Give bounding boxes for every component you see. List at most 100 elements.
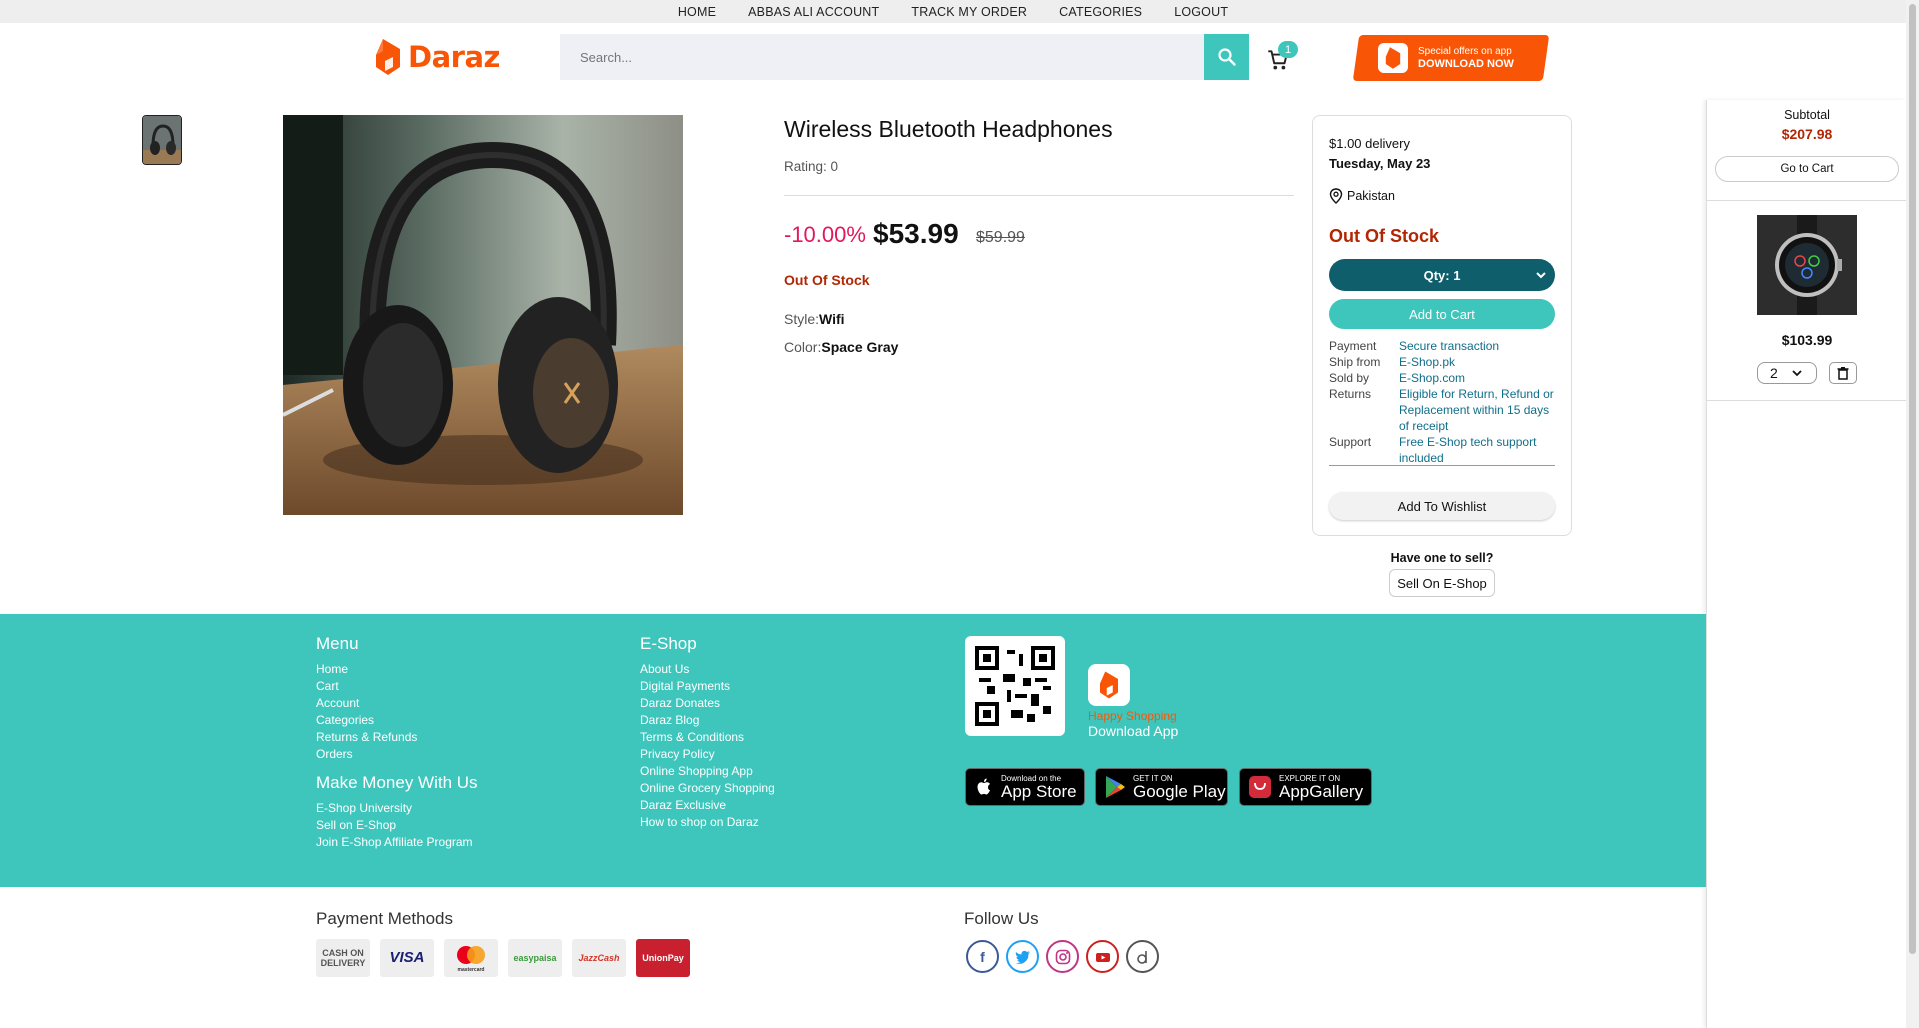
banner-line1: Special offers on app (1418, 46, 1512, 57)
logo-text: Daraz (408, 40, 500, 74)
footer-link[interactable]: Cart (316, 678, 478, 695)
footer-link[interactable]: How to shop on Daraz (640, 814, 775, 831)
search-input[interactable] (580, 49, 1204, 65)
footer-link[interactable]: Daraz Blog (640, 712, 775, 729)
footer-link[interactable]: Daraz Exclusive (640, 797, 775, 814)
youtube-icon[interactable] (1086, 940, 1119, 973)
footer-link[interactable]: Online Grocery Shopping (640, 780, 775, 797)
mastercard-icon: mastercard (444, 939, 498, 977)
instagram-icon[interactable] (1046, 940, 1079, 973)
color-value[interactable]: Space Gray (821, 339, 898, 355)
chevron-down-icon (1536, 272, 1546, 279)
twitter-icon[interactable] (1006, 940, 1039, 973)
detail-row: Ship from E-Shop.pk (1329, 355, 1456, 369)
remove-item-button[interactable] (1829, 362, 1857, 384)
style-value[interactable]: Wifi (819, 311, 845, 327)
cart-item-quantity-select[interactable]: 2 (1757, 362, 1817, 384)
footer-link[interactable]: Online Shopping App (640, 763, 775, 780)
sell-on-eshop-button[interactable]: Sell On E-Shop (1389, 569, 1495, 597)
scrollbar-thumb[interactable] (1909, 4, 1916, 954)
color-label: Color: (784, 339, 822, 355)
delivery-info: $1.00 delivery Tuesday, May 23 (1329, 134, 1430, 174)
search-button[interactable] (1204, 34, 1249, 80)
daraz-logo[interactable]: Daraz (374, 37, 500, 77)
cart-item-image[interactable] (1757, 215, 1857, 315)
quantity-select[interactable]: Qty: 1 (1329, 259, 1555, 291)
add-to-wishlist-button[interactable]: Add To Wishlist (1329, 492, 1555, 520)
nav-home[interactable]: HOME (678, 5, 716, 19)
unionpay-icon: UnionPay (636, 939, 690, 977)
product-title: Wireless Bluetooth Headphones (784, 116, 1113, 142)
facebook-icon[interactable]: f (966, 940, 999, 973)
original-price: $59.99 (976, 229, 1025, 246)
footer-link[interactable]: Account (316, 695, 478, 712)
footer-link[interactable]: Categories (316, 712, 478, 729)
go-to-cart-button[interactable]: Go to Cart (1715, 156, 1899, 182)
footer-link[interactable]: About Us (640, 661, 775, 678)
app-gallery-button[interactable]: EXPLORE IT ON AppGallery (1239, 768, 1372, 806)
purchase-details: Payment Secure transaction Ship from E-Sho… (1329, 338, 1555, 466)
add-to-cart-button[interactable]: Add to Cart (1329, 299, 1555, 329)
cart-item-price: $103.99 (1781, 332, 1833, 348)
app-store-button[interactable]: Download on the App Store (965, 768, 1085, 806)
page: { "topnav": { "home": "HOME", "account":… (0, 0, 1919, 1028)
cart-side-panel: Subtotal $207.98 Go to Cart $103.99 2 (1706, 100, 1907, 1028)
product-price: $53.99 (873, 218, 959, 249)
daraz-app-icon (1378, 43, 1408, 73)
delivery-date: Tuesday, May 23 (1329, 156, 1431, 171)
divider (784, 195, 1294, 196)
footer-link[interactable]: Daraz Donates (640, 695, 775, 712)
product-main-image (283, 115, 683, 515)
footer-link[interactable]: Orders (316, 746, 478, 763)
buy-box: $1.00 delivery Tuesday, May 23 Pakistan … (1312, 115, 1572, 536)
stock-status: Out Of Stock (784, 272, 870, 288)
location-pin-icon (1329, 188, 1343, 204)
footer-link[interactable]: Privacy Policy (640, 746, 775, 763)
svg-text:mastercard: mastercard (458, 967, 485, 973)
divider (1329, 465, 1555, 466)
delivery-fee: $1.00 delivery (1329, 136, 1410, 151)
footer-link[interactable]: Sell on E-Shop (316, 817, 478, 834)
happy-shopping-text: Happy Shopping (1088, 709, 1177, 723)
subtotal-value: $207.98 (1781, 126, 1833, 142)
app-gallery-label: AppGallery (1279, 781, 1364, 801)
footer-menu-column: Menu Home Cart Account Categories Return… (316, 634, 478, 851)
page-scrollbar[interactable] (1906, 0, 1919, 1028)
footer-link[interactable]: E-Shop University (316, 800, 478, 817)
huawei-appgallery-icon (1249, 776, 1271, 798)
nav-categories[interactable]: CATEGORIES (1059, 5, 1142, 19)
product-color: Color:Space Gray (784, 339, 898, 355)
nav-logout[interactable]: LOGOUT (1174, 5, 1228, 19)
delivery-location[interactable]: Pakistan (1329, 188, 1395, 204)
footer-link[interactable]: Join E-Shop Affiliate Program (316, 834, 478, 851)
discount-percent: -10.00% (784, 222, 866, 247)
cart-item-quantity: 2 (1770, 365, 1778, 381)
footer-link[interactable]: Terms & Conditions (640, 729, 775, 746)
daraz-icon[interactable] (1126, 940, 1159, 973)
divider (1707, 400, 1907, 401)
google-play-button[interactable]: GET IT ON Google Play (1095, 768, 1228, 806)
quantity-label: Qty: 1 (1423, 267, 1461, 283)
footer-link[interactable]: Home (316, 661, 478, 678)
footer-eshop-title: E-Shop (640, 634, 697, 653)
product-rating: Rating: 0 (784, 159, 839, 174)
google-play-icon (1106, 776, 1125, 798)
banner-line2: DOWNLOAD NOW (1418, 58, 1514, 70)
cash-on-delivery-icon: CASH ON DELIVERY (316, 939, 370, 977)
apple-icon (977, 778, 990, 795)
footer-link[interactable]: Returns & Refunds (316, 729, 478, 746)
product-thumbnail[interactable] (142, 115, 182, 165)
nav-account[interactable]: ABBAS ALI ACCOUNT (748, 5, 879, 19)
google-play-label: Google Play (1133, 781, 1226, 801)
download-app-banner[interactable]: Special offers on app DOWNLOAD NOW (1352, 35, 1550, 81)
download-app-block[interactable]: Happy Shopping Download App (1088, 664, 1178, 739)
qr-code (965, 636, 1065, 736)
daraz-logo-icon (376, 39, 400, 75)
footer-link[interactable]: Digital Payments (640, 678, 775, 695)
top-nav: HOME ABBAS ALI ACCOUNT TRACK MY ORDER CA… (0, 0, 1906, 23)
detail-row: Support Free E-Shop tech support included (1329, 435, 1537, 465)
nav-track-order[interactable]: TRACK MY ORDER (911, 5, 1027, 19)
trash-icon (1837, 367, 1849, 380)
daraz-app-icon (1088, 664, 1130, 706)
footer-eshop-column: E-Shop About Us Digital Payments Daraz D… (640, 634, 775, 831)
